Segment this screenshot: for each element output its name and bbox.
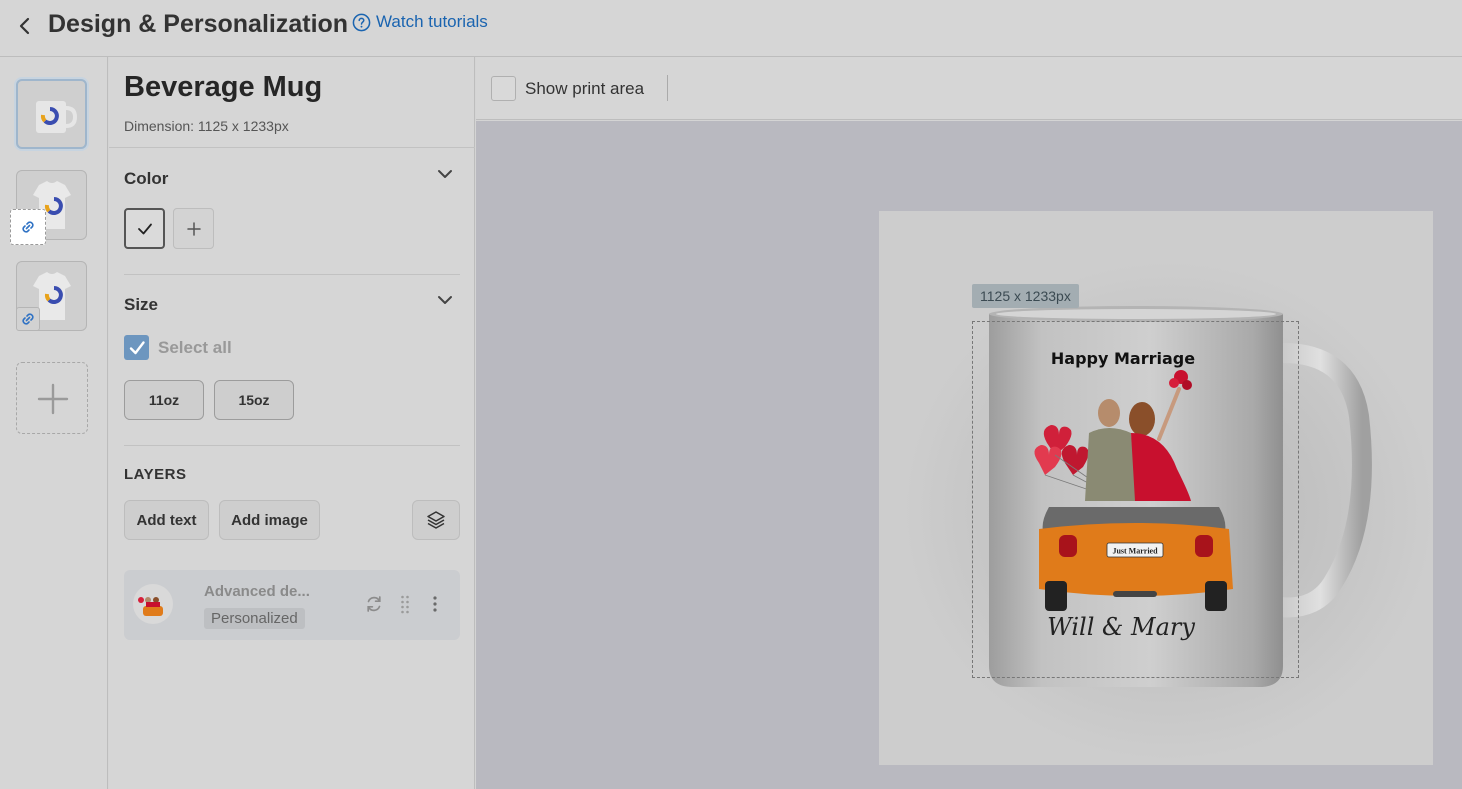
layer-item[interactable]: Advanced de... Personalized — [124, 570, 460, 640]
show-print-area-label: Show print area — [525, 78, 645, 98]
page-title: Design & Personalization — [48, 10, 349, 38]
divider — [124, 274, 460, 275]
top-bar: Design & Personalization Watch tutorials — [0, 0, 1462, 57]
back-arrow-icon[interactable] — [14, 14, 36, 38]
checkbox-unchecked-icon — [491, 76, 516, 101]
add-text-button[interactable]: Add text — [124, 500, 209, 540]
checkbox-checked-icon — [124, 335, 149, 360]
add-color-button[interactable] — [173, 208, 214, 249]
plus-icon — [186, 221, 201, 236]
layer-name: Advanced de... — [204, 583, 310, 600]
product-dimension: Dimension: 1125 x 1233px — [124, 118, 289, 134]
plus-icon — [37, 383, 69, 415]
product-thumbnail-rail — [0, 57, 108, 789]
layers-section-title: LAYERS — [124, 466, 187, 483]
sync-icon[interactable] — [364, 593, 384, 615]
show-print-area-checkbox[interactable]: Show print area — [491, 76, 644, 101]
add-product-button[interactable] — [16, 362, 88, 434]
print-area-boundary[interactable] — [972, 321, 1299, 678]
more-vertical-icon[interactable] — [425, 593, 445, 615]
help-circle-icon — [352, 13, 371, 31]
color-swatch-selected[interactable] — [124, 208, 165, 249]
design-canvas[interactable]: Just Married Happy Marriage Will & Mary … — [476, 121, 1462, 789]
link-icon[interactable] — [10, 209, 46, 245]
size-section-title: Size — [124, 295, 159, 314]
layers-stack-button[interactable] — [412, 500, 460, 540]
select-all-checkbox[interactable]: Select all — [124, 335, 232, 360]
watch-tutorials-link[interactable]: Watch tutorials — [352, 12, 488, 32]
check-icon — [137, 223, 152, 234]
settings-panel: Beverage Mug Dimension: 1125 x 1233px Co… — [109, 57, 475, 789]
mug-thumbnail-icon — [36, 101, 78, 133]
divider — [124, 445, 460, 446]
add-image-button[interactable]: Add image — [219, 500, 320, 540]
layer-thumbnail-image — [133, 584, 173, 624]
chevron-down-icon[interactable] — [436, 165, 454, 183]
layers-icon — [427, 511, 445, 529]
canvas-toolbar: Show print area — [476, 57, 1462, 120]
watch-tutorials-label: Watch tutorials — [376, 12, 488, 31]
size-option-15oz[interactable]: 15oz — [214, 380, 294, 420]
print-area-dimension-tag: 1125 x 1233px — [972, 284, 1079, 308]
size-option-11oz[interactable]: 11oz — [124, 380, 204, 420]
personalized-badge: Personalized — [204, 608, 305, 629]
link-icon[interactable] — [16, 307, 40, 331]
drag-handle-icon[interactable] — [395, 593, 415, 615]
product-name: Beverage Mug — [124, 71, 323, 103]
toolbar-separator — [667, 75, 668, 101]
select-all-label: Select all — [158, 337, 232, 357]
divider — [109, 147, 475, 148]
chevron-down-icon[interactable] — [436, 291, 454, 309]
color-section-title: Color — [124, 169, 169, 188]
thumbnail-mug[interactable] — [16, 79, 87, 149]
